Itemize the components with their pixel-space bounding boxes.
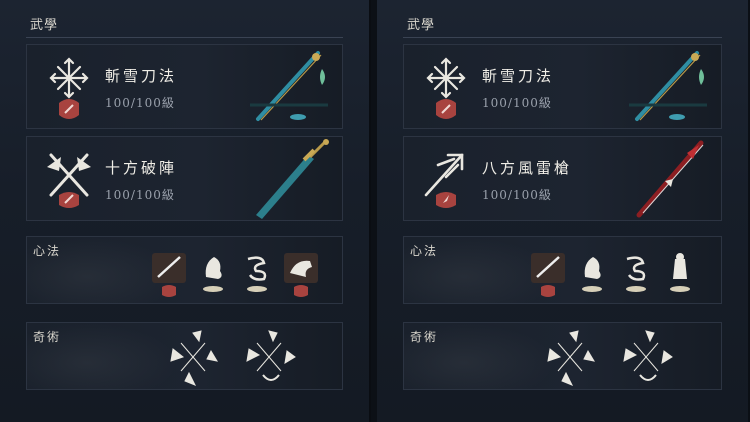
horse-icon[interactable] xyxy=(194,251,232,299)
qishu-title: 奇術 xyxy=(410,330,439,344)
horse-icon[interactable] xyxy=(573,251,611,299)
weapon-level: 100/100級 xyxy=(482,188,552,202)
xinfa-title: 心法 xyxy=(33,244,62,258)
figure-icon[interactable] xyxy=(661,251,699,299)
weapon-card[interactable]: 斬雪刀法 100/100級 xyxy=(403,44,722,129)
martial-pose-cluster-icon[interactable] xyxy=(246,330,296,381)
xinfa-skill-row xyxy=(529,251,699,299)
section-title: 武學 xyxy=(407,18,436,33)
martial-pose-cluster-icon[interactable] xyxy=(623,330,673,381)
section-title: 武學 xyxy=(30,18,59,33)
xinfa-title: 心法 xyxy=(410,244,439,258)
sword-stroke-icon[interactable] xyxy=(529,251,567,299)
sword-weapon-art xyxy=(248,139,338,219)
spear-trident-icon xyxy=(418,147,474,217)
dragon-icon[interactable] xyxy=(238,251,276,299)
xinfa-card: 心法 xyxy=(403,236,722,304)
weapon-name: 十方破陣 xyxy=(105,159,178,177)
qishu-card: 奇術 xyxy=(403,322,722,390)
xinfa-skill-row xyxy=(150,251,320,299)
divider xyxy=(403,37,722,38)
martial-pose-cluster-icon[interactable] xyxy=(547,330,596,386)
blade-weapon-art xyxy=(627,47,717,127)
divider xyxy=(26,37,343,38)
martial-pose-cluster-icon[interactable] xyxy=(170,330,219,386)
horse-rider-icon[interactable] xyxy=(282,251,320,299)
crossed-swords-icon xyxy=(41,147,97,217)
weapon-level: 100/100級 xyxy=(482,96,552,110)
qishu-skill-clusters xyxy=(536,327,686,389)
martial-arts-comparison-screen: 武學 斬雪刀法 100/100級 十方破陣 100/100級 心法 奇術 武學 … xyxy=(0,0,750,422)
blade-weapon-art xyxy=(248,47,338,127)
weapon-name: 八方風雷槍 xyxy=(482,159,573,177)
snowflake-blade-icon xyxy=(41,55,97,125)
spear-weapon-art xyxy=(627,139,717,219)
weapon-card[interactable]: 斬雪刀法 100/100級 xyxy=(26,44,343,129)
qishu-card: 奇術 xyxy=(26,322,343,390)
weapon-level: 100/100級 xyxy=(105,96,175,110)
weapon-card[interactable]: 十方破陣 100/100級 xyxy=(26,136,343,221)
xinfa-card: 心法 xyxy=(26,236,343,304)
weapon-card[interactable]: 八方風雷槍 100/100級 xyxy=(403,136,722,221)
qishu-title: 奇術 xyxy=(33,330,62,344)
weapon-name: 斬雪刀法 xyxy=(105,67,178,85)
dragon-icon[interactable] xyxy=(617,251,655,299)
weapon-name: 斬雪刀法 xyxy=(482,67,555,85)
right-panel: 武學 斬雪刀法 100/100級 八方風雷槍 100/100級 心法 奇術 xyxy=(377,0,748,422)
sword-stroke-icon[interactable] xyxy=(150,251,188,299)
weapon-level: 100/100級 xyxy=(105,188,175,202)
snowflake-blade-icon xyxy=(418,55,474,125)
left-panel: 武學 斬雪刀法 100/100級 十方破陣 100/100級 心法 奇術 xyxy=(0,0,371,422)
qishu-skill-clusters xyxy=(159,327,309,389)
